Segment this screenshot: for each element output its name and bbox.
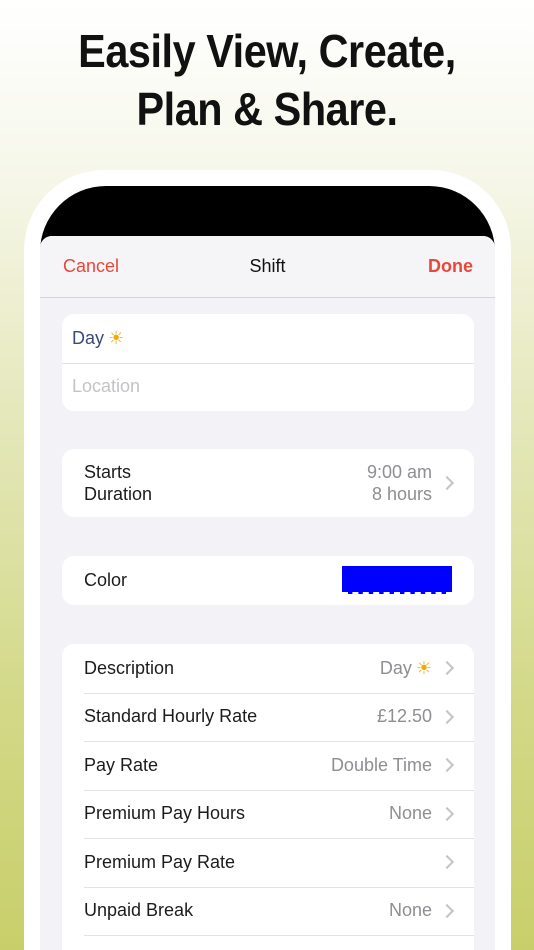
starts-duration-row[interactable]: Starts Duration 9:00 am 8 hours: [62, 449, 474, 517]
chevron-right-icon: [439, 475, 455, 491]
headline-line-1: Easily View, Create,: [78, 25, 456, 77]
standard-hourly-rate-row[interactable]: Standard Hourly Rate £12.50: [62, 692, 474, 742]
sun-icon: ☀: [415, 657, 432, 678]
duration-value: 8 hours: [371, 484, 432, 504]
description-row[interactable]: Description Day ☀: [62, 644, 474, 693]
marketing-headline: Easily View, Create, Plan & Share.: [27, 22, 508, 138]
location-placeholder: Location: [72, 376, 141, 397]
details-group: Description Day ☀ Standard Hourly Rate £1…: [62, 644, 474, 950]
time-group: Starts Duration 9:00 am 8 hours: [62, 449, 474, 517]
color-label: Color: [84, 569, 128, 590]
chevron-right-icon: [439, 855, 455, 870]
chevron-right-icon: [439, 661, 455, 676]
premium-pay-hours-row[interactable]: Premium Pay Hours None: [62, 789, 474, 839]
color-row[interactable]: Color: [62, 556, 474, 605]
shift-title-value: Day: [72, 327, 105, 348]
unpaid-break-row[interactable]: Unpaid Break None: [62, 886, 474, 936]
chevron-right-icon: [439, 709, 455, 724]
chevron-right-icon: [439, 903, 455, 918]
name-location-group: Day ☀ Location: [62, 314, 474, 411]
color-swatch[interactable]: [342, 566, 452, 595]
chevron-right-icon: [439, 806, 455, 821]
shift-title-field[interactable]: Day ☀: [62, 314, 474, 363]
starts-label: Starts: [84, 462, 132, 482]
pay-rate-row[interactable]: Pay Rate Double Time: [62, 741, 474, 790]
headline-line-2: Plan & Share.: [136, 83, 398, 135]
location-input[interactable]: Location: [62, 362, 474, 412]
page-title: Shift: [249, 256, 286, 276]
sun-icon: ☀: [108, 327, 125, 348]
duration-label: Duration: [84, 484, 153, 504]
chevron-right-icon: [439, 758, 455, 773]
navigation-bar: Cancel Shift Done: [40, 236, 495, 298]
phone-frame: Cancel Shift Done Day☀ Location Starts: [24, 170, 511, 950]
list-item: [62, 935, 474, 950]
starts-value: 9:00 am: [366, 462, 432, 482]
phone-bezel: Cancel Shift Done Day☀ Location Starts: [40, 186, 495, 950]
premium-pay-rate-row[interactable]: Premium Pay Rate: [62, 838, 474, 887]
done-button[interactable]: Done: [428, 256, 473, 277]
shift-sheet: Cancel Shift Done Day☀ Location Starts: [40, 236, 495, 950]
color-group: Color: [62, 556, 474, 605]
